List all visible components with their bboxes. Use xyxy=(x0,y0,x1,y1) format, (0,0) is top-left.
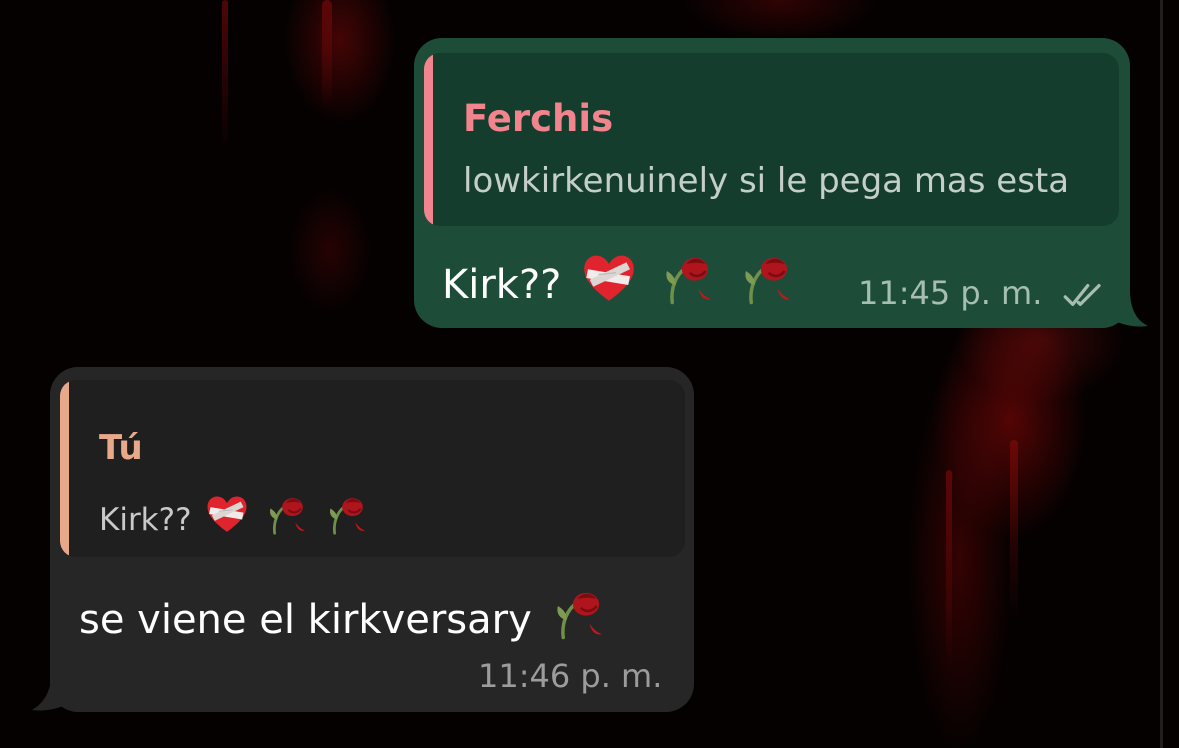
read-double-check-icon xyxy=(1061,280,1107,310)
background-drip xyxy=(222,0,228,150)
mending-heart-icon xyxy=(203,492,251,536)
wilted-flower-icon xyxy=(263,492,311,536)
outgoing-message-bubble[interactable]: Ferchis lowkirkenuinely si le pega mas e… xyxy=(414,38,1130,328)
message-meta: 11:46 p. m. xyxy=(478,657,662,695)
message-meta: 11:45 p. m. xyxy=(858,274,1107,312)
reply-quote-text: lowkirkenuinely si le pega mas esta xyxy=(463,161,1070,201)
mending-heart-icon xyxy=(578,250,640,306)
message-text: se viene el kirkversary xyxy=(79,585,610,643)
message-text: Kirk?? xyxy=(442,250,798,308)
background-drip xyxy=(1010,440,1018,620)
message-timestamp: 11:46 p. m. xyxy=(478,657,663,695)
message-text-content: se viene el kirkversary xyxy=(79,597,532,643)
scrollbar-track[interactable] xyxy=(1160,0,1163,748)
outgoing-bubble-tail xyxy=(1110,290,1148,327)
reply-quote-author: Ferchis xyxy=(463,97,614,140)
wilted-flower-icon xyxy=(548,585,610,641)
reply-quote-bar xyxy=(424,53,433,226)
reply-quote-text-content: Kirk?? xyxy=(99,502,192,538)
reply-quote-author: Tú xyxy=(99,428,143,468)
background-drip xyxy=(322,0,332,110)
background-drip xyxy=(946,470,952,670)
reply-quote-text: Kirk?? xyxy=(99,492,371,538)
message-text-content: Kirk?? xyxy=(442,262,562,308)
chat-background: Ferchis lowkirkenuinely si le pega mas e… xyxy=(0,0,1179,748)
wilted-flower-icon xyxy=(736,250,798,306)
wilted-flower-icon xyxy=(657,250,719,306)
incoming-bubble-tail xyxy=(32,668,70,711)
reply-quote[interactable]: Ferchis lowkirkenuinely si le pega mas e… xyxy=(424,53,1119,226)
reply-quote[interactable]: Tú Kirk?? xyxy=(60,380,685,557)
incoming-message-bubble[interactable]: Tú Kirk?? se viene el kirkversary 11:46 … xyxy=(50,367,694,712)
wilted-flower-icon xyxy=(323,492,371,536)
reply-quote-bar xyxy=(60,380,69,557)
message-timestamp: 11:45 p. m. xyxy=(858,274,1043,312)
